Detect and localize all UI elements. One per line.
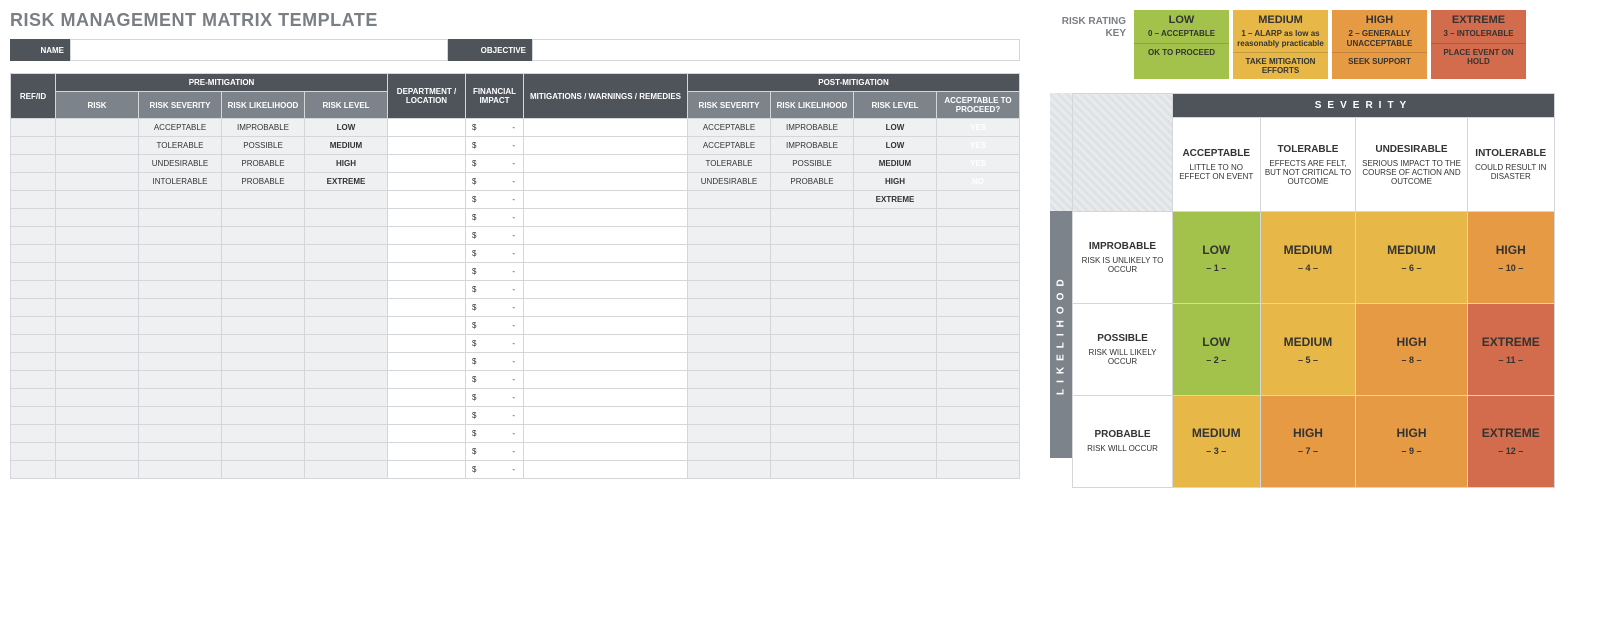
table-row[interactable]: $-EXTREME	[11, 191, 1020, 209]
table-row[interactable]: $-	[11, 299, 1020, 317]
col-pre-like: RISK LIKELIHOOD	[222, 92, 305, 119]
table-row[interactable]: $-	[11, 425, 1020, 443]
matrix-row-head: PROBABLERISK WILL OCCUR	[1073, 396, 1173, 488]
col-proc: ACCEPTABLE TO PROCEED?	[937, 92, 1020, 119]
matrix-cell: LOW– 2 –	[1173, 304, 1261, 396]
table-row[interactable]: $-	[11, 353, 1020, 371]
col-post: POST-MITIGATION	[688, 74, 1020, 92]
matrix-cell: MEDIUM– 3 –	[1173, 396, 1261, 488]
matrix-cell: EXTREME– 12 –	[1467, 396, 1554, 488]
matrix-cell: LOW– 1 –	[1173, 212, 1261, 304]
matrix-cell: HIGH– 10 –	[1467, 212, 1554, 304]
col-refid: REF/ID	[11, 74, 56, 119]
table-row[interactable]: TOLERABLEPOSSIBLEMEDIUM$-ACCEPTABLEIMPRO…	[11, 137, 1020, 155]
table-row[interactable]: $-	[11, 443, 1020, 461]
matrix-corner	[1073, 94, 1173, 212]
table-row[interactable]: $-	[11, 461, 1020, 479]
table-row[interactable]: ACCEPTABLEIMPROBABLELOW$-ACCEPTABLEIMPRO…	[11, 119, 1020, 137]
table-row[interactable]: UNDESIRABLEPROBABLEHIGH$-TOLERABLEPOSSIB…	[11, 155, 1020, 173]
key-box: MEDIUM1 – ALARP as low as reasonably pra…	[1233, 10, 1328, 79]
col-pre-level: RISK LEVEL	[305, 92, 388, 119]
name-objective-bar: NAME OBJECTIVE	[10, 39, 1020, 61]
table-row[interactable]: $-	[11, 389, 1020, 407]
page-title: RISK MANAGEMENT MATRIX TEMPLATE	[10, 10, 1020, 31]
col-mit: MITIGATIONS / WARNINGS / REMEDIES	[524, 74, 688, 119]
col-post-like: RISK LIKELIHOOD	[771, 92, 854, 119]
col-dept: DEPARTMENT / LOCATION	[388, 74, 466, 119]
key-box: HIGH2 – GENERALLY UNACCEPTABLESEEK SUPPO…	[1332, 10, 1427, 79]
table-row[interactable]: $-	[11, 407, 1020, 425]
matrix-cell: HIGH– 8 –	[1356, 304, 1467, 396]
col-fin: FINANCIAL IMPACT	[466, 74, 524, 119]
matrix-col-head: ACCEPTABLELITTLE TO NO EFFECT ON EVENT	[1173, 118, 1261, 212]
matrix-cell: MEDIUM– 4 –	[1260, 212, 1356, 304]
matrix-cell: MEDIUM– 6 –	[1356, 212, 1467, 304]
severity-axis-label: SEVERITY	[1173, 94, 1555, 118]
col-pre-sev: RISK SEVERITY	[139, 92, 222, 119]
objective-label: OBJECTIVE	[448, 39, 532, 61]
col-risk: RISK	[56, 92, 139, 119]
objective-field[interactable]	[532, 39, 1020, 61]
key-box: EXTREME3 – INTOLERABLEPLACE EVENT ON HOL…	[1431, 10, 1526, 79]
col-pre: PRE-MITIGATION	[56, 74, 388, 92]
name-field[interactable]	[70, 39, 448, 61]
risk-matrix: SEVERITY ACCEPTABLELITTLE TO NO EFFECT O…	[1072, 93, 1555, 488]
matrix-row-head: POSSIBLERISK WILL LIKELY OCCUR	[1073, 304, 1173, 396]
main-panel: RISK MANAGEMENT MATRIX TEMPLATE NAME OBJ…	[10, 10, 1020, 479]
table-row[interactable]: $-	[11, 335, 1020, 353]
risk-table: REF/ID PRE-MITIGATION DEPARTMENT / LOCAT…	[10, 73, 1020, 479]
matrix-cell: HIGH– 7 –	[1260, 396, 1356, 488]
col-post-level: RISK LEVEL	[854, 92, 937, 119]
matrix-row-head: IMPROBABLERISK IS UNLIKELY TO OCCUR	[1073, 212, 1173, 304]
table-row[interactable]: $-	[11, 371, 1020, 389]
table-row[interactable]: $-	[11, 227, 1020, 245]
table-row[interactable]: $-	[11, 281, 1020, 299]
table-row[interactable]: $-	[11, 263, 1020, 281]
name-label: NAME	[10, 39, 70, 61]
matrix-cell: MEDIUM– 5 –	[1260, 304, 1356, 396]
matrix-cell: HIGH– 9 –	[1356, 396, 1467, 488]
table-row[interactable]: $-	[11, 317, 1020, 335]
matrix-col-head: TOLERABLEEFFECTS ARE FELT, BUT NOT CRITI…	[1260, 118, 1356, 212]
table-row[interactable]: INTOLERABLEPROBABLEEXTREME$-UNDESIRABLEP…	[11, 173, 1020, 191]
key-title: RISK RATING KEY	[1050, 10, 1130, 40]
likelihood-axis-label: LIKELIHOOD	[1050, 211, 1072, 458]
matrix-col-head: UNDESIRABLESERIOUS IMPACT TO THE COURSE …	[1356, 118, 1467, 212]
matrix-col-head: INTOLERABLECOULD RESULT IN DISASTER	[1467, 118, 1554, 212]
matrix-cell: EXTREME– 11 –	[1467, 304, 1554, 396]
legend-panel: RISK RATING KEY LOW0 – ACCEPTABLEOK TO P…	[1050, 10, 1555, 458]
table-row[interactable]: $-	[11, 245, 1020, 263]
col-post-sev: RISK SEVERITY	[688, 92, 771, 119]
key-box: LOW0 – ACCEPTABLEOK TO PROCEED	[1134, 10, 1229, 79]
table-row[interactable]: $-	[11, 209, 1020, 227]
risk-rating-key: RISK RATING KEY LOW0 – ACCEPTABLEOK TO P…	[1050, 10, 1555, 79]
